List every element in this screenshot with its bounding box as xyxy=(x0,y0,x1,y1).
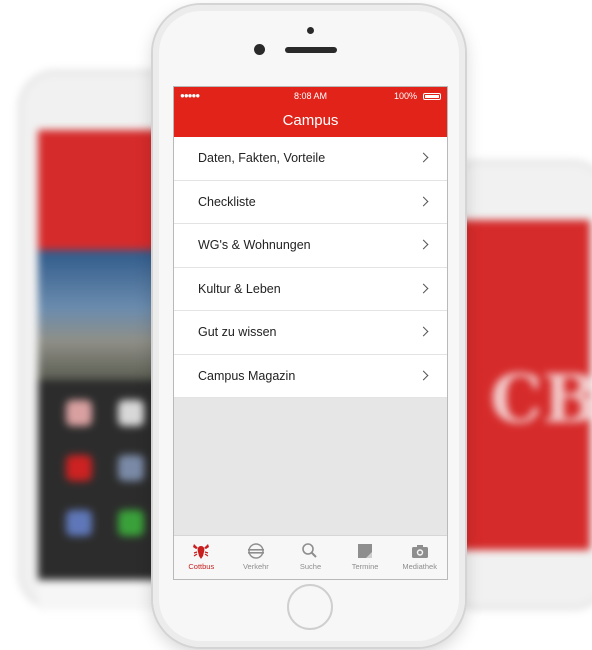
search-icon xyxy=(302,543,318,558)
tab-termine[interactable]: Termine xyxy=(338,536,393,579)
background-logo: CB xyxy=(490,360,592,438)
chevron-right-icon xyxy=(418,370,429,381)
menu-item-checkliste[interactable]: Checkliste xyxy=(174,181,447,224)
front-camera xyxy=(254,44,265,55)
menu-item-label: Checkliste xyxy=(198,194,256,209)
chevron-right-icon xyxy=(418,283,429,294)
tab-label: Termine xyxy=(351,562,379,571)
tab-bar: Cottbus Verkehr Suche Termine Mediathek xyxy=(174,535,447,579)
chevron-right-icon xyxy=(418,239,429,250)
tab-mediathek[interactable]: Mediathek xyxy=(392,536,447,579)
tab-suche[interactable]: Suche xyxy=(283,536,338,579)
home-button[interactable] xyxy=(287,584,333,630)
earpiece-speaker xyxy=(285,47,337,53)
menu-item-campus-magazin[interactable]: Campus Magazin xyxy=(174,355,447,398)
train-icon xyxy=(247,543,264,559)
tab-cottbus[interactable]: Cottbus xyxy=(174,536,229,579)
menu-list: Daten, Fakten, Vorteile Checkliste WG's … xyxy=(174,137,447,398)
tab-label: Suche xyxy=(299,562,322,571)
page-title: Campus xyxy=(282,112,339,129)
menu-item-kultur-leben[interactable]: Kultur & Leben xyxy=(174,268,447,311)
menu-item-label: WG's & Wohnungen xyxy=(198,238,311,253)
tab-label: Cottbus xyxy=(188,562,215,571)
sensor-dot xyxy=(307,27,314,34)
menu-item-gut-zu-wissen[interactable]: Gut zu wissen xyxy=(174,311,447,355)
chevron-right-icon xyxy=(418,152,429,163)
tab-label: Mediathek xyxy=(402,562,437,571)
camera-icon xyxy=(411,545,428,558)
background-tile xyxy=(66,510,92,536)
menu-item-label: Daten, Fakten, Vorteile xyxy=(198,151,326,166)
menu-item-label: Campus Magazin xyxy=(198,368,296,383)
chevron-right-icon xyxy=(418,196,429,207)
calendar-icon xyxy=(358,544,373,558)
phone-screen: ●●●●● 8:08 AM 100% Campus Daten, Fakten,… xyxy=(173,86,448,580)
menu-item-label: Kultur & Leben xyxy=(198,281,281,296)
background-tile xyxy=(118,455,144,481)
menu-item-wgs-wohnungen[interactable]: WG's & Wohnungen xyxy=(174,224,447,268)
phone-frame: ●●●●● 8:08 AM 100% Campus Daten, Fakten,… xyxy=(153,5,465,647)
background-tile xyxy=(118,510,144,536)
tab-verkehr[interactable]: Verkehr xyxy=(229,536,284,579)
background-tile xyxy=(66,455,92,481)
status-bar: ●●●●● 8:08 AM 100% xyxy=(174,90,447,104)
battery-percent: 100% xyxy=(393,91,417,101)
chevron-right-icon xyxy=(418,326,429,337)
menu-item-label: Gut zu wissen xyxy=(198,325,277,340)
background-tile xyxy=(66,400,92,426)
lobster-icon xyxy=(193,544,210,559)
background-tile xyxy=(118,400,144,426)
battery-icon xyxy=(423,93,441,100)
tab-label: Verkehr xyxy=(242,562,269,571)
menu-item-daten-fakten[interactable]: Daten, Fakten, Vorteile xyxy=(174,137,447,181)
nav-header: ●●●●● 8:08 AM 100% Campus xyxy=(174,87,447,137)
